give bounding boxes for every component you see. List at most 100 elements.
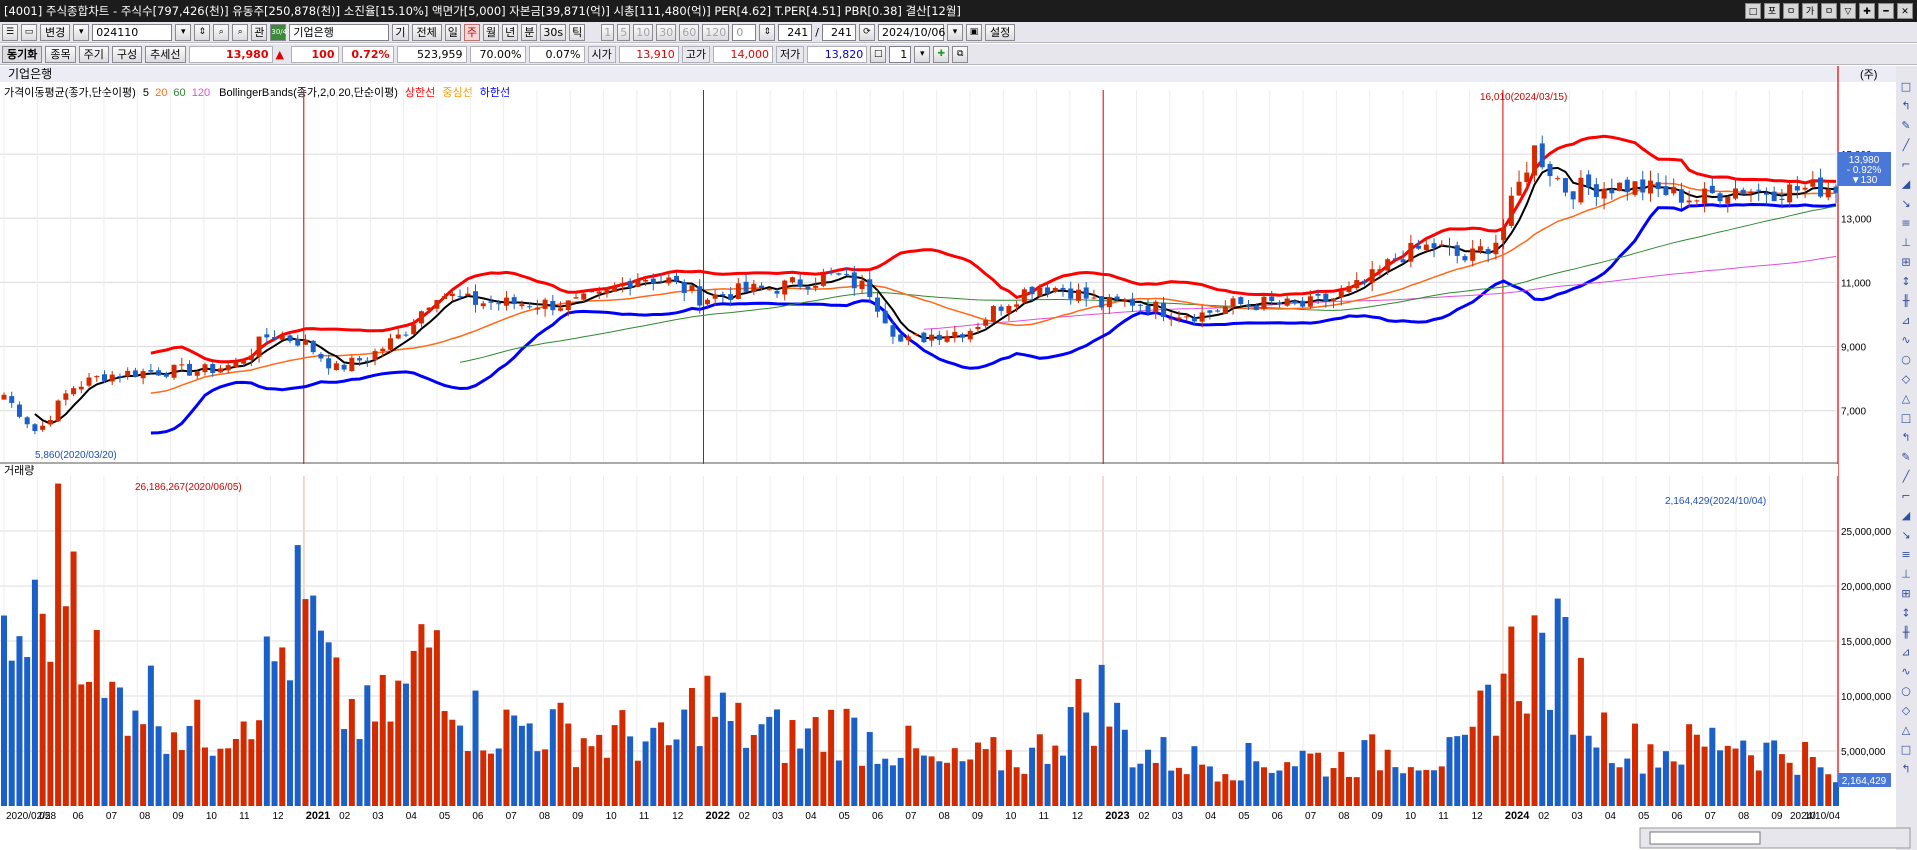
drawing-tool-icon[interactable]: △ [1902, 724, 1911, 737]
save-icon[interactable]: ▣ [965, 23, 982, 41]
drawing-tool-icon[interactable]: ↘ [1901, 529, 1910, 542]
tab-week[interactable]: 주 [463, 23, 480, 41]
drawing-tool-icon[interactable]: ⊿ [1901, 314, 1910, 327]
drawing-tool-icon[interactable]: ↘ [1901, 197, 1910, 210]
drawing-tool-icon[interactable]: △ [1902, 392, 1911, 405]
display-count-input[interactable]: 241 [778, 23, 813, 41]
window-button[interactable]: ✚ [1859, 3, 1875, 19]
candle-body [975, 326, 981, 330]
tab-minute[interactable]: 분 [521, 23, 538, 41]
drawing-tool-icon[interactable]: ╫ [1902, 625, 1910, 639]
chevron-down-icon[interactable]: ▾ [175, 23, 192, 41]
stock-name-field[interactable]: 기업은행 [289, 23, 390, 41]
drawing-tool-icon[interactable]: ∿ [1901, 665, 1910, 678]
menu-icon[interactable]: ☰ [2, 23, 18, 41]
interval-1[interactable]: 1 [601, 23, 615, 41]
spin-icon[interactable]: ⇕ [759, 23, 776, 41]
tab-month[interactable]: 월 [483, 23, 500, 41]
close-button[interactable]: ✕ [1897, 3, 1913, 19]
item-button[interactable]: 종목 [45, 45, 76, 63]
window-button[interactable]: 포 [1764, 3, 1780, 19]
window-button[interactable]: ㅁ [1783, 3, 1799, 19]
price-tick-label: 13,000 [1841, 214, 1872, 225]
drawing-tool-icon[interactable]: ↰ [1901, 763, 1910, 776]
gwan-button[interactable]: 관 [251, 23, 268, 41]
copy-icon[interactable]: ⧉ [952, 45, 969, 63]
drawing-tool-icon[interactable]: ↰ [1901, 100, 1910, 113]
settings-button[interactable]: 설정 [984, 23, 1016, 41]
drawing-tool-icon[interactable]: ≡ [1901, 217, 1910, 230]
search-icon-2[interactable]: ⌕ [232, 23, 249, 41]
volume-bar [1199, 764, 1206, 806]
interval-120[interactable]: 120 [702, 23, 730, 41]
tab-30s[interactable]: 30s [540, 23, 567, 41]
time-tick-label: 04 [1205, 811, 1217, 822]
interval-30[interactable]: 30 [656, 23, 677, 41]
drawing-tool-icon[interactable]: □ [1901, 743, 1911, 756]
drawing-tool-icon[interactable]: ◢ [1902, 178, 1911, 191]
candle-body [473, 291, 479, 305]
drawing-tool-icon[interactable]: ↕ [1901, 607, 1910, 620]
search-icon[interactable]: ⌕ [213, 23, 230, 41]
window-button[interactable]: ㅁ [1821, 3, 1837, 19]
tab-year[interactable]: 년 [502, 23, 519, 41]
volume-bar [1755, 770, 1762, 806]
drawing-tool-icon[interactable]: ⊞ [1901, 256, 1910, 269]
interval-10[interactable]: 10 [633, 23, 654, 41]
bottom-scrollbar[interactable] [1639, 827, 1911, 849]
drawing-tool-icon[interactable]: ◇ [1902, 704, 1911, 717]
drawing-tool-icon[interactable]: ∿ [1901, 334, 1910, 347]
drawing-tool-icon[interactable]: ⌐ [1901, 490, 1910, 503]
all-button[interactable]: 전체 [411, 23, 442, 41]
chart-area[interactable]: 기업은행 (주) 가격이동평균(종가,단순이평) 5 20 60 120 Bol… [0, 66, 1917, 850]
window-button[interactable]: 가 [1802, 3, 1818, 19]
drawing-tool-icon[interactable]: ⊥ [1901, 236, 1911, 249]
drawing-tool-icon[interactable]: ⊥ [1901, 568, 1911, 581]
drawing-tool-icon[interactable]: ◇ [1902, 373, 1911, 386]
add-icon[interactable]: ✚ [933, 45, 950, 63]
chevron-down-icon[interactable]: ▾ [73, 23, 90, 41]
drawing-tool-icon[interactable]: ≡ [1901, 548, 1910, 561]
window-button[interactable]: □ [1745, 3, 1761, 19]
refresh-icon[interactable]: ⟳ [858, 23, 875, 41]
interval-60[interactable]: 60 [679, 23, 700, 41]
spin-icon[interactable]: ⇕ [194, 23, 211, 41]
chevron-down-icon[interactable]: ▾ [914, 45, 931, 63]
drawing-tool-icon[interactable]: ⊞ [1901, 587, 1910, 600]
interval-5[interactable]: 5 [617, 23, 631, 41]
window-button[interactable]: ▽ [1840, 3, 1856, 19]
drawing-tool-icon[interactable]: ◢ [1902, 509, 1911, 522]
drawing-tool-icon[interactable]: □ [1901, 412, 1911, 425]
trendline-button[interactable]: 추세선 [145, 45, 186, 63]
stock-code-input[interactable]: 024110 [92, 23, 173, 41]
minimize-button[interactable]: ━ [1878, 3, 1894, 19]
drawing-tool-icon[interactable]: ○ [1901, 353, 1911, 366]
chevron-down-icon[interactable]: ▾ [946, 23, 963, 41]
spin-value[interactable]: 1 [889, 45, 912, 63]
screen-icon[interactable]: ▭ [21, 23, 37, 41]
candle-body [1099, 296, 1105, 308]
drawing-tool-icon[interactable]: ✎ [1901, 119, 1910, 132]
interval-input[interactable]: 0 [732, 23, 757, 41]
drawing-tool-icon[interactable]: ○ [1901, 685, 1911, 698]
drawing-tool-icon[interactable]: ↕ [1901, 275, 1910, 288]
date-input[interactable]: 2024/10/06 [877, 23, 945, 41]
timer-icon[interactable]: 30/45 [270, 23, 292, 41]
sync-button[interactable]: 동기화 [2, 45, 43, 63]
cycle-button[interactable]: 주기 [78, 45, 109, 63]
tab-day[interactable]: 일 [444, 23, 461, 41]
checkbox[interactable]: □ [870, 45, 887, 63]
drawing-tool-icon[interactable]: ╫ [1902, 294, 1910, 308]
stock-chart[interactable]: 기업은행 (주) 가격이동평균(종가,단순이평) 5 20 60 120 Bol… [0, 66, 1917, 850]
drawing-tool-icon[interactable]: ✎ [1901, 451, 1910, 464]
drawing-tool-icon[interactable]: □ [1901, 80, 1911, 93]
drawing-tool-icon[interactable]: ↰ [1901, 431, 1910, 444]
ga-button[interactable]: 기 [392, 23, 409, 41]
scroll-thumb[interactable] [1649, 831, 1761, 845]
change-button[interactable]: 변경 [40, 23, 71, 41]
config-button[interactable]: 구성 [111, 45, 143, 63]
tab-tick[interactable]: 틱 [569, 23, 586, 41]
drawing-tool-icon[interactable]: ⌐ [1901, 158, 1910, 171]
drawing-tool-icon[interactable]: ⊿ [1901, 646, 1910, 659]
candle-body [1068, 288, 1074, 299]
